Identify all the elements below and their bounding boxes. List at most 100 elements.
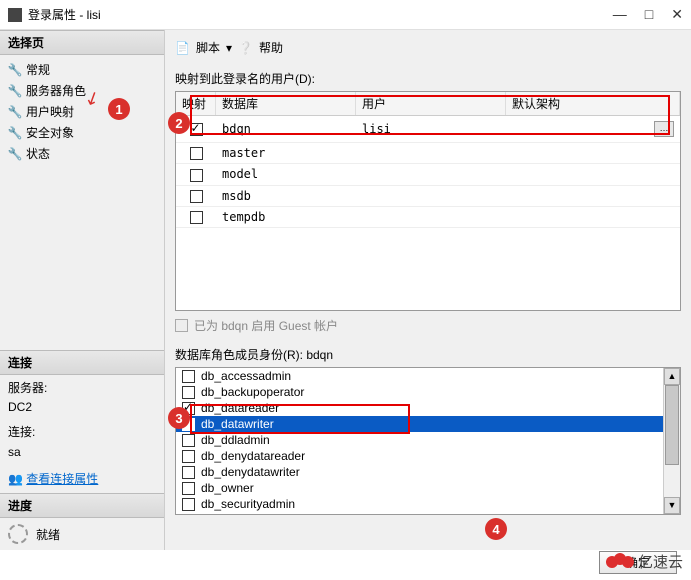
role-row[interactable]: db_denydatareader [176,448,680,464]
sidebar-item-general[interactable]: 🔧 常规 [0,59,164,80]
annotation-badge-3: 3 [168,407,190,429]
window-icon [8,8,22,22]
scroll-down-icon[interactable]: ▼ [664,497,680,514]
wrench-icon: 🔧 [8,63,22,77]
role-row[interactable]: db_accessadmin [176,368,680,384]
table-row[interactable]: msdb [176,186,680,207]
wrench-icon: 🔧 [8,105,22,119]
maximize-button[interactable]: □ [645,6,653,23]
sidebar-item-label: 常规 [26,61,50,78]
progress-circle-icon [8,524,28,544]
content-area: 📄 脚本 ▾ ❔ 帮助 映射到此登录名的用户(D): 映射 数据库 用户 默认架… [165,30,691,550]
role-checkbox[interactable] [182,482,195,495]
sidebar: 选择页 🔧 常规 🔧 服务器角色 🔧 用户映射 🔧 安全对象 [0,30,165,550]
role-name: db_ddladmin [201,433,270,447]
sidebar-item-label: 安全对象 [26,124,74,141]
roles-title: 数据库角色成员身份(R): bdqn [175,346,681,363]
map-checkbox[interactable] [190,211,203,224]
map-checkbox[interactable] [190,190,203,203]
cell-database: bdqn [216,117,356,141]
col-user: 用户 [356,92,506,115]
watermark-logo-icon [606,553,634,571]
guest-enabled-row: 已为 bdqn 启用 Guest 帐户 [175,311,681,340]
scrollbar[interactable]: ▲ ▼ [663,368,680,514]
sidebar-item-status[interactable]: 🔧 状态 [0,143,164,164]
table-row[interactable]: tempdb [176,207,680,228]
role-checkbox[interactable] [182,450,195,463]
role-name: db_denydatareader [201,449,305,463]
role-row[interactable]: db_denydatawriter [176,464,680,480]
role-checkbox[interactable] [182,514,195,516]
role-checkbox[interactable] [182,370,195,383]
map-checkbox[interactable] [190,147,203,160]
db-roles-list: db_accessadmindb_backupoperatordb_datare… [175,367,681,515]
role-row[interactable]: db_securityadmin [176,496,680,512]
connection-header: 连接 [0,350,164,375]
watermark-text: 亿速云 [638,551,683,572]
select-page-header: 选择页 [0,30,164,55]
script-button[interactable]: 脚本 [196,39,220,56]
cell-database: tempdb [216,207,356,227]
watermark: 亿速云 [606,551,683,572]
sidebar-item-label: 用户映射 [26,103,74,120]
wrench-icon: 🔧 [8,84,22,98]
sidebar-item-label: 服务器角色 [26,82,86,99]
map-checkbox[interactable] [190,169,203,182]
role-checkbox[interactable] [182,434,195,447]
table-row[interactable]: model [176,164,680,185]
role-checkbox[interactable] [182,386,195,399]
user-mapping-table: 映射 数据库 用户 默认架构 bdqn lisi … master model [175,91,681,311]
sidebar-item-label: 状态 [26,145,50,162]
window-controls: — □ ✕ [613,6,683,23]
title-bar: 登录属性 - lisi — □ ✕ [0,0,691,30]
col-schema: 默认架构 [506,92,680,115]
cell-database: msdb [216,186,356,206]
connection-label: 连接: [8,423,156,442]
role-row[interactable]: db_ddladmin [176,432,680,448]
annotation-badge-1: 1 [108,98,130,120]
role-name: db_datawriter [201,417,274,431]
table-row[interactable]: master [176,143,680,164]
role-name: db_securityadmin [201,497,295,511]
role-name: db_accessadmin [201,369,291,383]
guest-label: 已为 bdqn 启用 Guest 帐户 [194,317,338,334]
scroll-up-icon[interactable]: ▲ [664,368,680,385]
role-checkbox[interactable] [182,466,195,479]
guest-checkbox [175,319,188,332]
connection-value: sa [8,443,156,462]
browse-button[interactable]: … [654,121,674,137]
progress-status: 就绪 [36,526,60,543]
help-icon: ❔ [238,41,253,55]
help-button[interactable]: 帮助 [259,39,283,56]
scroll-thumb[interactable] [665,385,679,465]
role-name: public [201,513,232,515]
view-connection-link[interactable]: 查看连接属性 [26,472,98,486]
role-row[interactable]: db_datareader [176,400,680,416]
role-row[interactable]: public [176,512,680,515]
map-checkbox[interactable] [190,123,203,136]
server-value: DC2 [8,398,156,417]
cell-user: lisi [356,117,506,141]
server-label: 服务器: [8,379,156,398]
annotation-badge-2: 2 [168,112,190,134]
role-row[interactable]: db_backupoperator [176,384,680,400]
people-icon: 👥 [8,472,23,486]
minimize-button[interactable]: — [613,6,627,23]
cell-database: model [216,164,356,184]
mapping-title: 映射到此登录名的用户(D): [175,70,681,87]
sidebar-item-user-mapping[interactable]: 🔧 用户映射 [0,101,164,122]
annotation-badge-4: 4 [485,518,507,540]
role-name: db_datareader [201,401,279,415]
role-row[interactable]: db_datawriter [176,416,680,432]
progress-header: 进度 [0,493,164,518]
table-row[interactable]: bdqn lisi … [176,116,680,143]
script-icon: 📄 [175,41,190,55]
col-database: 数据库 [216,92,356,115]
close-button[interactable]: ✕ [671,6,683,23]
dropdown-icon[interactable]: ▾ [226,41,232,55]
wrench-icon: 🔧 [8,126,22,140]
role-row[interactable]: db_owner [176,480,680,496]
sidebar-item-securables[interactable]: 🔧 安全对象 [0,122,164,143]
role-checkbox[interactable] [182,498,195,511]
role-name: db_owner [201,481,254,495]
